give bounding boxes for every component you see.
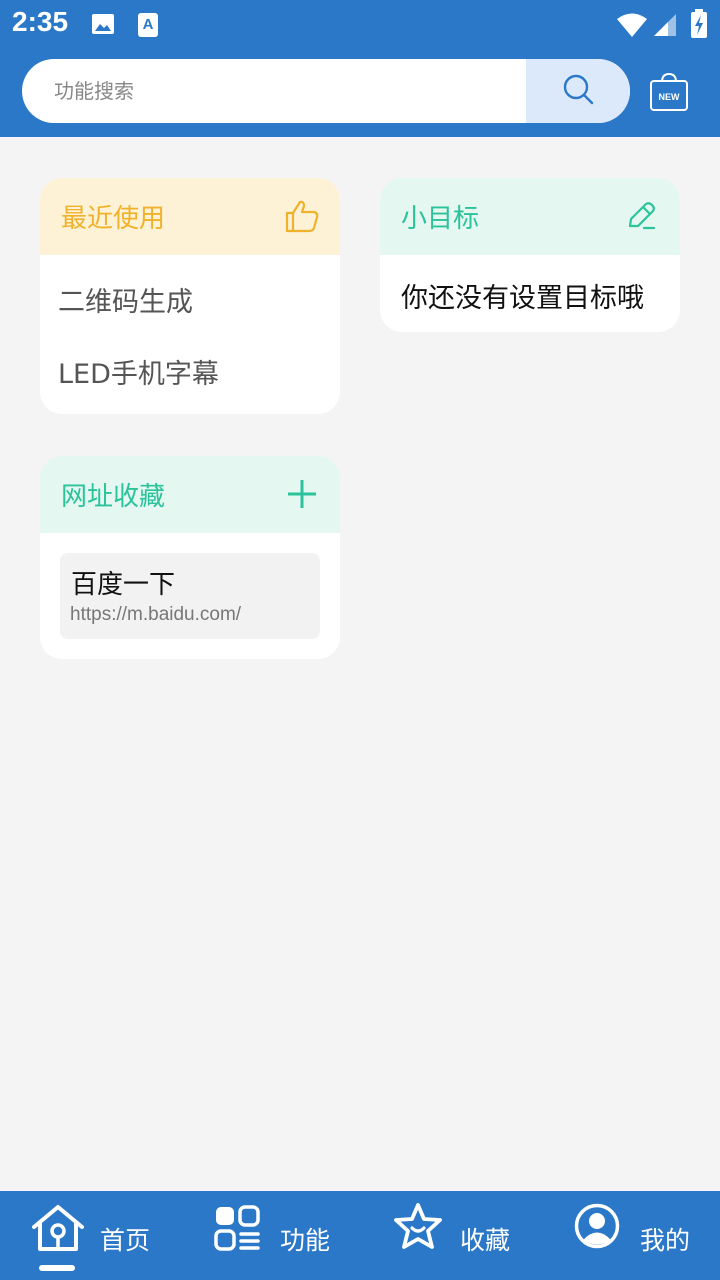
nav-item-home[interactable]: 首页 [0, 1191, 180, 1280]
nav-label-features: 功能 [280, 1226, 331, 1255]
status-bar: 2:35 A [0, 0, 720, 50]
text-a-icon: A [137, 12, 159, 42]
svg-text:NEW: NEW [659, 92, 681, 102]
bookmark-item[interactable]: 百度一下 https://m.baidu.com/ [60, 553, 320, 639]
signal-icon [652, 12, 678, 42]
nav-active-indicator [39, 1265, 75, 1271]
wifi-icon [616, 12, 648, 42]
bookmark-name: 百度一下 [71, 570, 176, 600]
recent-item-led[interactable]: LED手机字幕 [58, 352, 219, 391]
search-button[interactable] [526, 59, 630, 123]
profile-icon [574, 1203, 620, 1253]
recent-card-title: 最近使用 [61, 204, 166, 234]
bottom-nav: 首页 功能 收藏 我的 [0, 1191, 720, 1280]
bookmark-url: https://m.baidu.com/ [70, 604, 242, 625]
goals-card: 小目标 你还没有设置目标哦 [380, 178, 680, 332]
bookmarks-card-title: 网址收藏 [61, 482, 166, 512]
bookmarks-card-header: 网址收藏 [40, 456, 340, 533]
recent-card-header: 最近使用 [40, 178, 340, 255]
goals-card-header: 小目标 [380, 178, 680, 255]
image-icon [91, 12, 115, 40]
status-time: 2:35 [12, 6, 69, 37]
nav-label-favorites: 收藏 [460, 1226, 511, 1255]
new-bag-icon: NEW [648, 72, 690, 116]
search-bar [22, 59, 630, 123]
recent-card: 最近使用 二维码生成 LED手机字幕 [40, 178, 340, 414]
nav-label-home: 首页 [100, 1226, 151, 1255]
svg-text:A: A [143, 16, 154, 33]
nav-label-profile: 我的 [640, 1226, 691, 1255]
top-app-bar: 2:35 A NEW [0, 0, 720, 137]
battery-charging-icon [690, 9, 708, 43]
bookmarks-card: 网址收藏 百度一下 https://m.baidu.com/ [40, 456, 340, 659]
apps-icon [214, 1205, 260, 1255]
goals-card-title: 小目标 [401, 204, 480, 234]
nav-item-favorites[interactable]: 收藏 [360, 1191, 540, 1280]
star-icon [392, 1201, 444, 1257]
add-bookmark-icon[interactable] [284, 476, 320, 512]
goals-empty-text: 你还没有设置目标哦 [401, 283, 644, 314]
recent-item-qrcode[interactable]: 二维码生成 [58, 280, 193, 319]
search-input[interactable] [22, 59, 526, 123]
search-icon [562, 73, 594, 109]
thumbs-up-icon [284, 198, 320, 234]
new-features-button[interactable]: NEW [648, 72, 690, 112]
nav-item-profile[interactable]: 我的 [540, 1191, 720, 1280]
home-icon [30, 1203, 86, 1259]
nav-item-features[interactable]: 功能 [180, 1191, 360, 1280]
edit-icon[interactable] [624, 198, 660, 234]
